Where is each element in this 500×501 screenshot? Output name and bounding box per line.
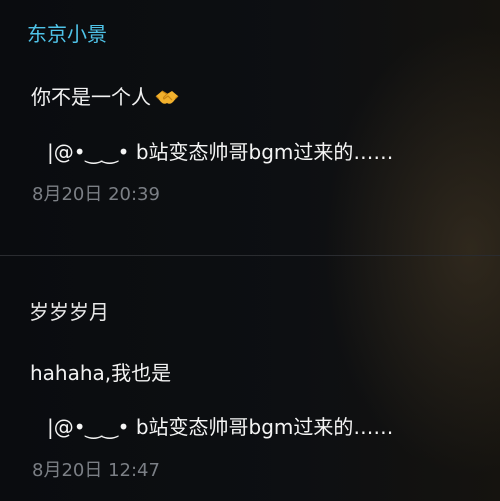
reply-reference[interactable]: |@•‿‿• b站变态帅哥bgm过来的……: [47, 140, 393, 164]
comment-timestamp: 8月20日 20:39: [32, 184, 160, 205]
comment-username[interactable]: 东京小景: [27, 22, 107, 46]
reply-reference[interactable]: |@•‿‿• b站变态帅哥bgm过来的……: [47, 415, 393, 439]
comment-item: 东京小景 你不是一个人 |@•‿‿• b站变态帅哥bgm过来的…… 8月20日 …: [0, 0, 500, 255]
comment-text: hahaha,我也是: [30, 361, 172, 385]
comment-divider: [0, 255, 500, 256]
comment-thread: 东京小景 你不是一个人 |@•‿‿• b站变态帅哥bgm过来的…… 8月20日 …: [0, 0, 500, 501]
handshake-icon: [155, 90, 179, 104]
comment-text-content: 你不是一个人: [31, 85, 151, 109]
comment-text: 你不是一个人: [31, 85, 179, 109]
comment-timestamp: 8月20日 12:47: [32, 460, 160, 481]
comment-username[interactable]: 岁岁岁月: [29, 300, 109, 324]
